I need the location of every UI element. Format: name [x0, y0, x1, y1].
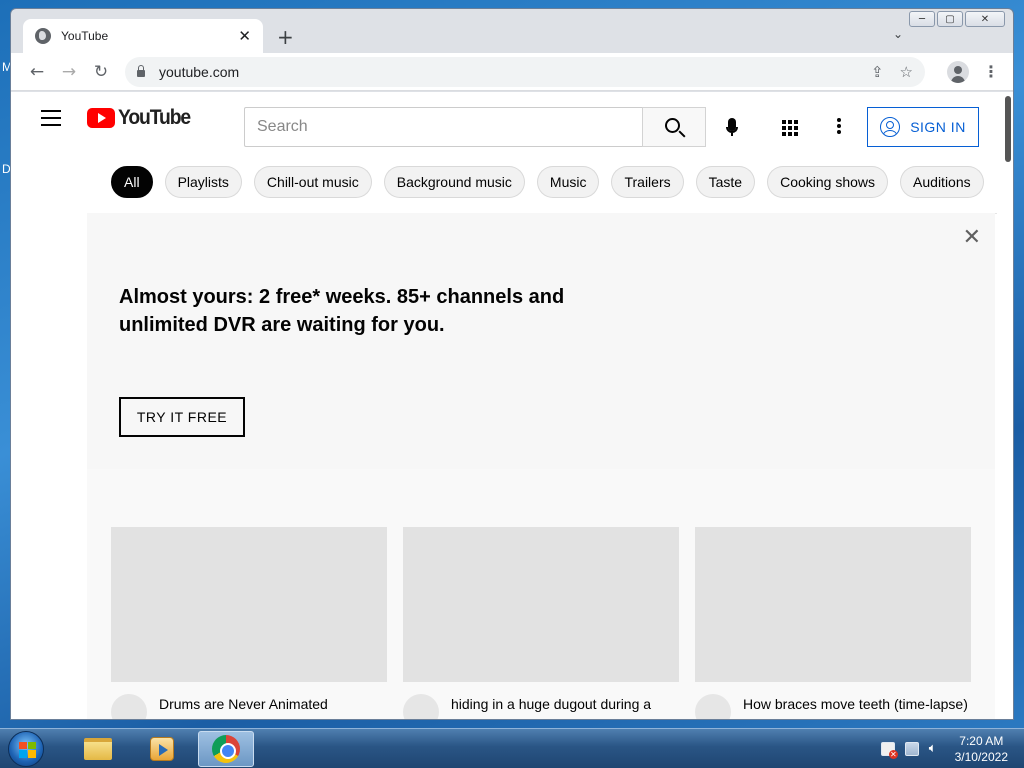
sign-in-label: SIGN IN: [910, 119, 966, 135]
close-tab-icon[interactable]: ✕: [238, 27, 251, 45]
chip-background-music[interactable]: Background music: [383, 165, 525, 198]
back-arrow-icon[interactable]: ←: [21, 62, 53, 82]
search-icon: [665, 118, 680, 133]
tab-title: YouTube: [61, 29, 109, 43]
youtube-play-icon: [87, 108, 115, 128]
profile-avatar-icon[interactable]: [947, 60, 969, 83]
apps-grid-icon[interactable]: [782, 120, 798, 136]
media-player-icon: [150, 736, 174, 761]
chip-all[interactable]: All: [111, 165, 153, 198]
clock-date: 3/10/2022: [954, 749, 1008, 764]
chip-taste[interactable]: Taste: [695, 165, 756, 198]
settings-more-icon[interactable]: [837, 118, 841, 136]
channel-avatar[interactable]: [695, 694, 731, 719]
chip-chill-out-music[interactable]: Chill-out music: [253, 165, 372, 198]
share-icon[interactable]: ⇪: [871, 63, 884, 81]
video-card[interactable]: hiding in a huge dugout during a snow st…: [403, 527, 679, 719]
start-button[interactable]: [8, 730, 44, 767]
microphone-icon[interactable]: [726, 118, 738, 136]
forward-arrow-icon[interactable]: →: [53, 62, 85, 82]
logo-text: YouTube: [118, 106, 191, 129]
video-title[interactable]: How braces move teeth (time-lapse) - Bra…: [743, 694, 971, 719]
windows-taskbar: 🔈︎ 7:20 AM 3/10/2022: [0, 728, 1024, 768]
search-button[interactable]: [642, 107, 706, 147]
video-title[interactable]: Drums are Never Animated Correctly: [159, 694, 387, 719]
new-tab-button[interactable]: +: [277, 25, 294, 49]
volume-icon[interactable]: 🔈︎: [929, 741, 937, 756]
search-input[interactable]: [244, 107, 642, 147]
chrome-icon: [212, 734, 240, 763]
search-box: [244, 107, 706, 147]
taskbar-explorer[interactable]: [70, 731, 126, 767]
chip-auditions[interactable]: Auditions: [900, 165, 984, 198]
youtube-page: YouTube SIGN IN All Playlists Chill-out …: [11, 92, 1013, 719]
chip-playlists[interactable]: Playlists: [164, 165, 242, 198]
windows-logo-icon: [19, 741, 36, 758]
tab-youtube[interactable]: YouTube ✕: [23, 19, 263, 53]
chip-bar: All Playlists Chill-out music Background…: [87, 150, 997, 214]
globe-icon: [35, 28, 51, 44]
folder-icon: [84, 737, 112, 760]
promo-banner: ✕ Almost yours: 2 free* weeks. 85+ chann…: [87, 213, 995, 469]
taskbar-chrome[interactable]: [198, 730, 254, 767]
browser-toolbar: ← → ↻ youtube.com ⇪ ☆ ⋮: [11, 53, 1013, 91]
close-icon[interactable]: ✕: [963, 225, 981, 250]
video-title[interactable]: hiding in a huge dugout during a snow st…: [451, 694, 679, 719]
browser-menu-icon[interactable]: ⋮: [983, 62, 999, 82]
address-url[interactable]: youtube.com: [159, 64, 855, 80]
tab-search-chevron-icon[interactable]: ⌄: [893, 27, 903, 41]
masthead: YouTube SIGN IN: [11, 92, 997, 148]
page-scrollbar[interactable]: [1005, 96, 1011, 162]
clock-time: 7:20 AM: [959, 733, 1004, 748]
lock-icon[interactable]: [137, 65, 145, 77]
chip-trailers[interactable]: Trailers: [611, 165, 684, 198]
clock[interactable]: 7:20 AM 3/10/2022: [955, 733, 1008, 765]
chip-cooking-shows[interactable]: Cooking shows: [767, 165, 889, 198]
video-card[interactable]: Drums are Never Animated Correctly: [111, 527, 387, 719]
channel-avatar[interactable]: [403, 694, 439, 719]
network-icon[interactable]: [904, 741, 919, 756]
channel-avatar[interactable]: [111, 694, 147, 719]
taskbar-media-player[interactable]: [134, 731, 190, 767]
address-bar[interactable]: youtube.com ⇪ ☆: [125, 56, 925, 87]
youtube-logo[interactable]: YouTube: [87, 106, 196, 130]
bookmark-star-icon[interactable]: ☆: [900, 63, 913, 81]
video-thumbnail[interactable]: [111, 527, 387, 682]
sign-in-button[interactable]: SIGN IN: [867, 107, 979, 147]
hamburger-menu-icon[interactable]: [41, 110, 61, 131]
chip-music[interactable]: Music: [536, 165, 600, 198]
action-center-flag-icon[interactable]: [880, 741, 898, 759]
system-tray: 🔈︎ 7:20 AM 3/10/2022: [871, 733, 1024, 765]
video-card[interactable]: How braces move teeth (time-lapse) - Bra…: [695, 527, 971, 719]
browser-window: ─ ▢ ✕ YouTube ✕ + ⌄ ← → ↻ youtube.com ⇪ …: [10, 8, 1014, 720]
promo-headline: Almost yours: 2 free* weeks. 85+ channel…: [119, 286, 565, 336]
video-feed: Drums are Never Animated Correctly hidin…: [87, 469, 995, 719]
video-thumbnail[interactable]: [695, 527, 971, 682]
tab-strip: YouTube ✕ + ⌄: [11, 9, 1013, 53]
try-it-free-button[interactable]: TRY IT FREE: [119, 397, 245, 437]
user-circle-icon: [880, 117, 901, 137]
reload-icon[interactable]: ↻: [85, 62, 117, 82]
video-thumbnail[interactable]: [403, 527, 679, 682]
